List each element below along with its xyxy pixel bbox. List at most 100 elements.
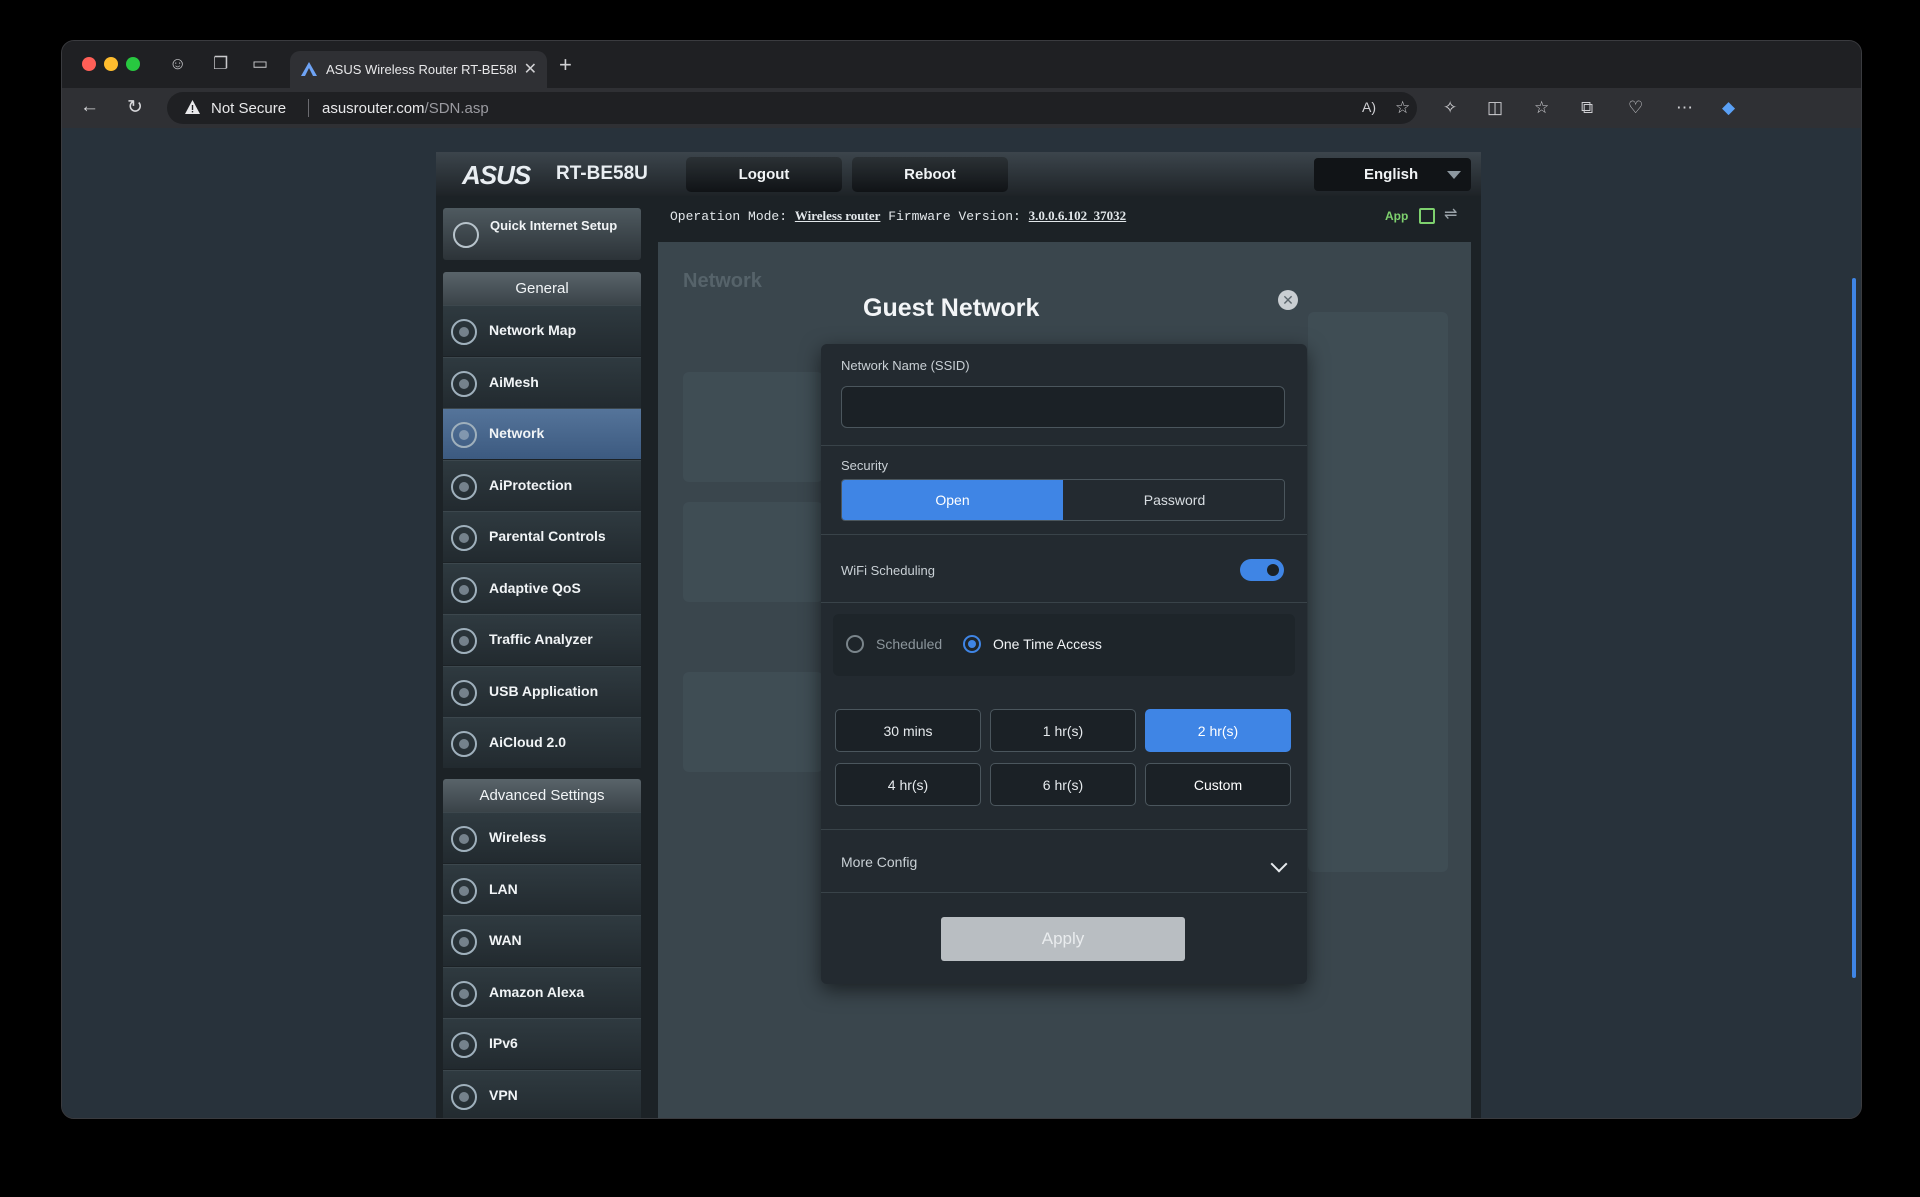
copilot-icon[interactable]: ◆ <box>1722 98 1735 118</box>
sidebar-item-label: USB Application <box>489 682 599 699</box>
vpn-icon <box>451 1083 477 1110</box>
sidebar-item-parental-controls[interactable]: Parental Controls <box>443 511 641 562</box>
profile-icon[interactable]: ☺ <box>169 55 186 73</box>
ssid-input[interactable] <box>841 386 1285 428</box>
globe-icon <box>451 319 477 345</box>
wizard-icon <box>453 222 479 248</box>
sidebar-item-usb-application[interactable]: USB Application <box>443 665 641 717</box>
apply-button[interactable]: Apply <box>941 917 1185 961</box>
more-config-toggle[interactable]: More Config <box>841 854 917 870</box>
sidebar-item-label: WAN <box>489 932 522 948</box>
page-title: Network <box>683 270 762 292</box>
globe-icon <box>451 929 477 955</box>
duration-30-mins-button[interactable]: 30 mins <box>835 709 981 752</box>
one-time-access-label: One Time Access <box>993 636 1102 652</box>
wifi-scheduling-toggle[interactable] <box>1240 559 1284 581</box>
divider <box>821 534 1307 535</box>
guest-network-modal: Network Name (SSID) Security Open Passwo… <box>821 344 1307 984</box>
security-password-option[interactable]: Password <box>1064 480 1284 520</box>
divider <box>821 829 1307 830</box>
close-icon[interactable]: ✕ <box>1278 290 1298 310</box>
extensions-icon[interactable]: ✧ <box>1443 98 1457 118</box>
wifi-icon <box>451 826 477 852</box>
sidebar-item-label: VPN <box>489 1086 518 1103</box>
sidebar-item-ipv6[interactable]: IPv6 <box>443 1018 641 1069</box>
quick-setup-label: Quick Internet Setup <box>490 218 618 233</box>
security-open-option[interactable]: Open <box>842 480 1063 520</box>
minimize-window-button[interactable] <box>104 57 118 71</box>
duration-1-hr-button[interactable]: 1 hr(s) <box>990 709 1136 752</box>
schedule-type-group: Scheduled One Time Access <box>833 614 1295 676</box>
ssid-label: Network Name (SSID) <box>841 358 970 373</box>
quick-internet-setup-button[interactable]: Quick Internet Setup <box>443 208 641 260</box>
browser-essentials-icon[interactable]: ♡ <box>1628 98 1643 118</box>
sidebar-item-wan[interactable]: WAN <box>443 915 641 966</box>
duration-custom-button[interactable]: Custom <box>1145 763 1291 806</box>
gauge-icon <box>451 576 477 603</box>
one-time-access-radio[interactable] <box>963 635 981 653</box>
scheduled-label: Scheduled <box>876 636 943 652</box>
browser-window: ☺ ❐ ▭ ASUS Wireless Router RT-BE58U - SD… <box>61 40 1862 1119</box>
sidebar-item-label: Adaptive QoS <box>489 579 581 596</box>
sidebar-item-label: Amazon Alexa <box>489 983 585 1000</box>
collections-icon[interactable]: ⧉ <box>1581 98 1593 118</box>
close-tab-icon[interactable]: ✕ <box>524 59 537 79</box>
app-label[interactable]: App <box>1385 209 1408 223</box>
language-select[interactable]: English <box>1314 158 1471 191</box>
zoom-window-button[interactable] <box>126 57 140 71</box>
duration-4-hr-button[interactable]: 4 hr(s) <box>835 763 981 806</box>
sidebar-item-label: Network Map <box>489 322 577 338</box>
security-label: Security <box>841 458 888 473</box>
favorites-icon[interactable]: ☆ <box>1534 98 1549 118</box>
reload-icon[interactable]: ↻ <box>127 96 143 119</box>
sidebar-item-wireless[interactable]: Wireless <box>443 812 641 863</box>
sidebar-item-traffic-analyzer[interactable]: Traffic Analyzer <box>443 614 641 665</box>
firmware-link[interactable]: 3.0.0.6.102_37032 <box>1029 208 1127 223</box>
reboot-button[interactable]: Reboot <box>852 157 1008 192</box>
chevron-down-icon[interactable] <box>1270 855 1288 873</box>
sidebar-item-aimesh[interactable]: AiMesh <box>443 356 641 408</box>
web-page: ASUS RT-BE58U Logout Reboot English Oper… <box>62 128 1861 1118</box>
sidebar-item-label: AiMesh <box>489 373 539 390</box>
tab-actions-icon[interactable]: ▭ <box>252 55 268 73</box>
op-mode-link[interactable]: Wireless router <box>795 208 881 223</box>
asus-logo: ASUS <box>462 160 531 190</box>
duration-6-hr-button[interactable]: 6 hr(s) <box>990 763 1136 806</box>
back-icon[interactable]: ← <box>80 96 99 118</box>
scheduled-radio[interactable] <box>846 635 864 653</box>
sidebar-item-aiprotection[interactable]: AiProtection <box>443 459 641 511</box>
usb-icon[interactable]: ⇌ <box>1444 204 1457 224</box>
sidebar-item-vpn[interactable]: VPN <box>443 1069 641 1118</box>
sidebar-item-network-map[interactable]: Network Map <box>443 305 641 356</box>
network-globe-icon <box>451 422 477 448</box>
usb-icon <box>451 679 477 706</box>
new-tab-button[interactable]: + <box>559 52 572 78</box>
address-bar[interactable]: Not Secure asusrouter.com/SDN.asp A) ☆ <box>167 92 1417 124</box>
duration-2-hr-button[interactable]: 2 hr(s) <box>1145 709 1291 752</box>
warning-icon <box>185 100 200 114</box>
sidebar-item-label: IPv6 <box>489 1035 518 1051</box>
ipv6-icon <box>451 1032 477 1058</box>
favorite-star-icon[interactable]: ☆ <box>1395 98 1410 118</box>
mesh-icon <box>451 370 477 397</box>
workspaces-icon[interactable]: ❐ <box>213 55 228 73</box>
network-card <box>683 672 823 772</box>
sidebar-item-aicloud-2-0[interactable]: AiCloud 2.0 <box>443 717 641 768</box>
browser-tab[interactable]: ASUS Wireless Router RT-BE58U - SDN ✕ <box>290 51 547 88</box>
sidebar-item-label: AiCloud 2.0 <box>489 734 567 750</box>
page-scrollbar[interactable] <box>1852 278 1856 978</box>
app-icon[interactable] <box>1419 208 1435 224</box>
logout-button[interactable]: Logout <box>686 157 842 192</box>
divider <box>821 892 1307 893</box>
split-screen-icon[interactable]: ◫ <box>1487 98 1503 118</box>
browser-toolbar: ← ↻ Not Secure asusrouter.com/SDN.asp A)… <box>62 88 1861 128</box>
read-aloud-icon[interactable]: A) <box>1362 99 1376 115</box>
sidebar-item-amazon-alexa[interactable]: Amazon Alexa <box>443 966 641 1018</box>
sidebar-item-lan[interactable]: LAN <box>443 863 641 915</box>
sidebar-item-label: AiProtection <box>489 476 573 493</box>
close-window-button[interactable] <box>82 57 96 71</box>
sidebar-item-adaptive-qos[interactable]: Adaptive QoS <box>443 562 641 614</box>
sidebar-item-network[interactable]: Network <box>443 408 641 459</box>
more-menu-icon[interactable]: ⋯ <box>1676 98 1693 118</box>
advanced-settings-header: Advanced Settings <box>443 779 641 812</box>
